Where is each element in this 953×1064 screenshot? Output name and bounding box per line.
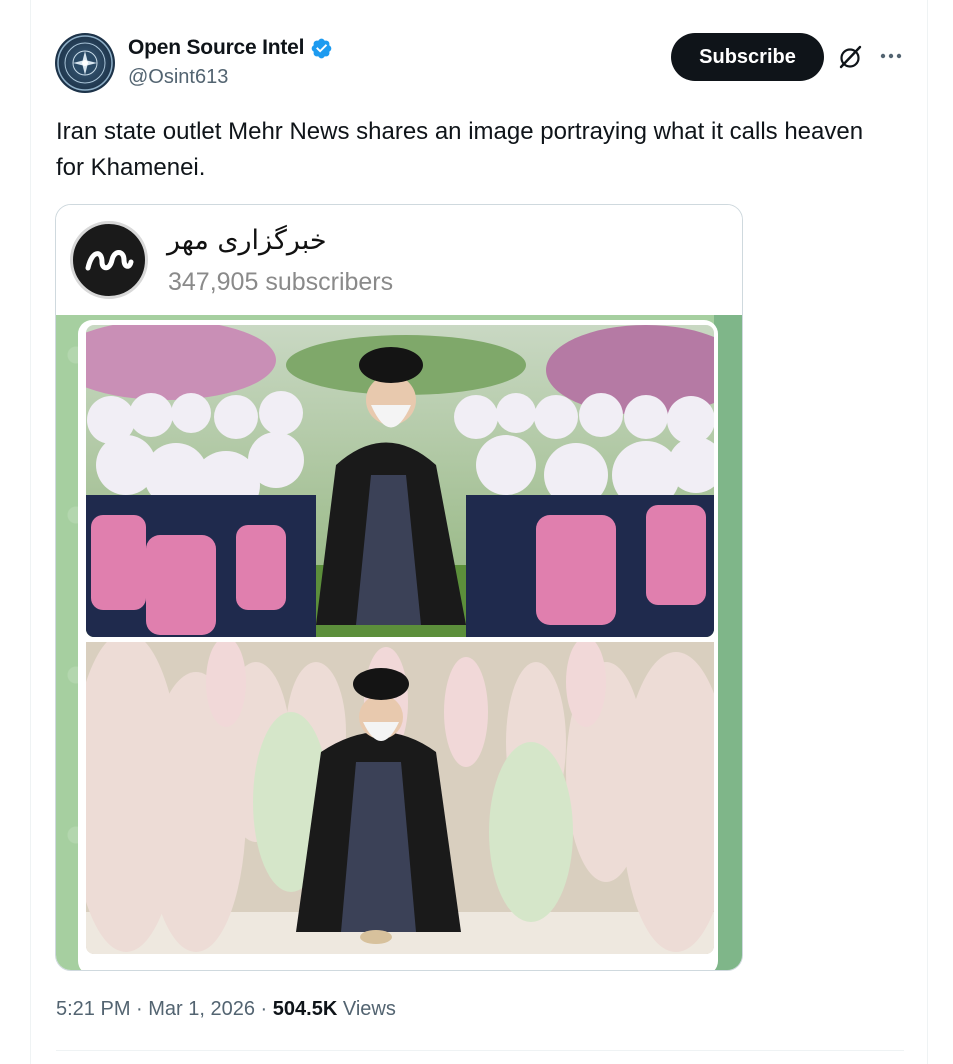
author-name[interactable]: Open Source Intel (128, 36, 305, 60)
mehr-logo-icon (70, 221, 148, 299)
channel-subscribers: 347,905 subscribers (168, 268, 394, 296)
chat-background (56, 315, 742, 970)
views-label: Views (342, 998, 396, 1020)
meta-separator: · (130, 998, 149, 1020)
tweet-meta: 5:21 PM · Mar 1, 2026 · 504.5K Views (56, 998, 396, 1021)
channel-name: خبرگزاری مهر (167, 225, 327, 256)
author-name-row[interactable]: Open Source Intel (128, 36, 333, 60)
more-icon[interactable] (878, 45, 904, 67)
photo-message (78, 320, 718, 970)
tweet-date[interactable]: Mar 1, 2026 (148, 998, 255, 1020)
meta-separator: · (255, 998, 273, 1020)
divider (56, 1050, 904, 1051)
top-image[interactable] (86, 325, 714, 637)
tweet-time[interactable]: 5:21 PM (56, 998, 130, 1020)
subscribe-button[interactable]: Subscribe (671, 33, 824, 81)
bottom-image[interactable] (86, 642, 714, 954)
grok-icon[interactable] (836, 43, 864, 71)
chat-scroll-edge (714, 315, 742, 970)
author-handle[interactable]: @Osint613 (128, 66, 228, 89)
tweet-media[interactable]: خبرگزاری مهر 347,905 subscribers (55, 204, 743, 971)
views-count: 504.5K (272, 998, 338, 1020)
channel-header: خبرگزاری مهر 347,905 subscribers (56, 205, 742, 315)
tweet-text: Iran state outlet Mehr News shares an im… (56, 118, 864, 181)
verified-badge-icon (311, 38, 332, 58)
author-avatar[interactable] (55, 33, 115, 93)
